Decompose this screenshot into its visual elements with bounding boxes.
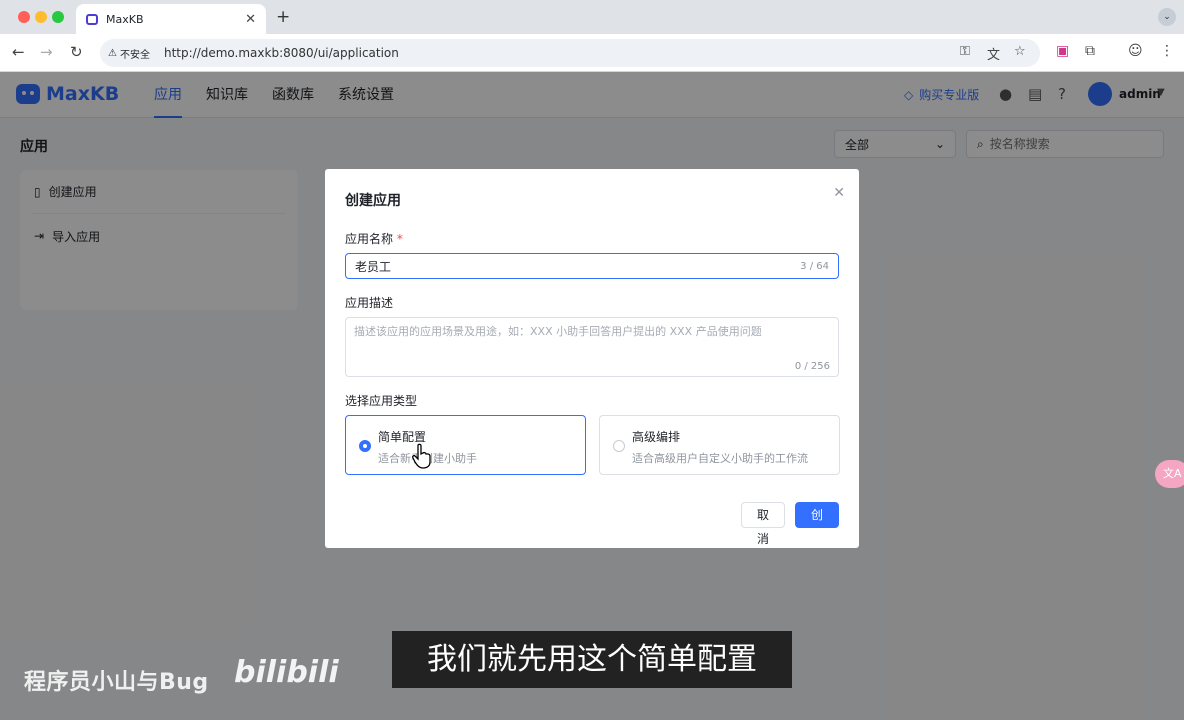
type-advanced-option[interactable]: 高级编排 适合高级用户自定义小助手的工作流 bbox=[599, 415, 840, 475]
omnibox[interactable]: ⚠ 不安全 http://demo.maxkb:8080/ui/applicat… bbox=[100, 39, 1040, 67]
security-label: 不安全 bbox=[119, 49, 150, 61]
cancel-button[interactable]: 取消 bbox=[741, 502, 785, 546]
app-description-input[interactable] bbox=[354, 323, 830, 363]
maxkb-favicon-icon bbox=[86, 13, 98, 25]
hand-cursor-icon bbox=[412, 443, 431, 469]
extensions-puzzle-icon[interactable]: ⧉ bbox=[1085, 43, 1095, 59]
create-app-dialog: 创建应用 ✕ 应用名称 * 3 / 64 应用描述 0 / 256 选择应用类型… bbox=[325, 169, 859, 548]
type-label: 选择应用类型 bbox=[345, 394, 418, 408]
channel-watermark: 程序员小山与Bug bbox=[24, 670, 209, 695]
warning-icon: ⚠ bbox=[108, 47, 117, 59]
dialog-title: 创建应用 bbox=[345, 193, 401, 209]
radio-unselected-icon[interactable] bbox=[613, 440, 625, 452]
key-icon[interactable]: ⚿ bbox=[960, 44, 970, 59]
tab-search-icon[interactable]: ⌄ bbox=[1158, 8, 1176, 26]
close-window-button[interactable] bbox=[18, 11, 30, 23]
address-bar-row: ← → ↻ ⚠ 不安全 http://demo.maxkb:8080/ui/ap… bbox=[0, 34, 1184, 72]
minimize-window-button[interactable] bbox=[35, 11, 47, 23]
browser-tab-bar: MaxKB ✕ + ⌄ bbox=[0, 0, 1184, 34]
back-icon[interactable]: ← bbox=[12, 43, 25, 61]
star-icon[interactable]: ☆ bbox=[1014, 44, 1026, 59]
close-icon[interactable]: ✕ bbox=[833, 185, 845, 201]
app-description-field[interactable]: 0 / 256 bbox=[345, 317, 839, 377]
required-mark: * bbox=[396, 232, 403, 246]
floating-translate-icon[interactable]: 文A bbox=[1155, 460, 1184, 488]
create-button[interactable]: 创建 bbox=[795, 502, 839, 546]
radio-selected-icon[interactable] bbox=[359, 440, 371, 452]
tab-title: MaxKB bbox=[106, 12, 144, 26]
type-simple-option[interactable]: 简单配置 适合新手创建小助手 bbox=[345, 415, 586, 475]
profile-icon[interactable]: ☺ bbox=[1128, 43, 1143, 59]
security-indicator[interactable]: ⚠ 不安全 bbox=[108, 46, 150, 61]
app-name-input[interactable] bbox=[355, 259, 801, 273]
desc-char-counter: 0 / 256 bbox=[794, 361, 830, 372]
name-label: 应用名称 * bbox=[345, 230, 403, 247]
new-tab-icon[interactable]: + bbox=[276, 7, 290, 27]
browser-tab[interactable]: MaxKB ✕ bbox=[76, 4, 266, 34]
name-char-counter: 3 / 64 bbox=[800, 260, 829, 272]
bilibili-logo: bilibili bbox=[234, 655, 339, 690]
maximize-window-button[interactable] bbox=[52, 11, 64, 23]
extension-icon[interactable]: ▣ bbox=[1056, 43, 1069, 59]
browser-menu-icon[interactable]: ⋮ bbox=[1160, 43, 1174, 59]
video-subtitle: 我们就先用这个简单配置 bbox=[392, 631, 792, 688]
name-label-text: 应用名称 bbox=[345, 232, 394, 246]
app-name-field[interactable]: 3 / 64 bbox=[345, 253, 839, 279]
desc-label: 应用描述 bbox=[345, 296, 394, 310]
translate-icon[interactable]: 文 bbox=[987, 44, 1000, 63]
close-tab-icon[interactable]: ✕ bbox=[245, 12, 256, 27]
reload-icon[interactable]: ↻ bbox=[70, 43, 83, 61]
type-advanced-desc: 适合高级用户自定义小助手的工作流 bbox=[632, 452, 808, 465]
url-text[interactable]: http://demo.maxkb:8080/ui/application bbox=[164, 46, 399, 60]
type-advanced-title: 高级编排 bbox=[632, 430, 681, 444]
forward-icon[interactable]: → bbox=[40, 43, 53, 61]
